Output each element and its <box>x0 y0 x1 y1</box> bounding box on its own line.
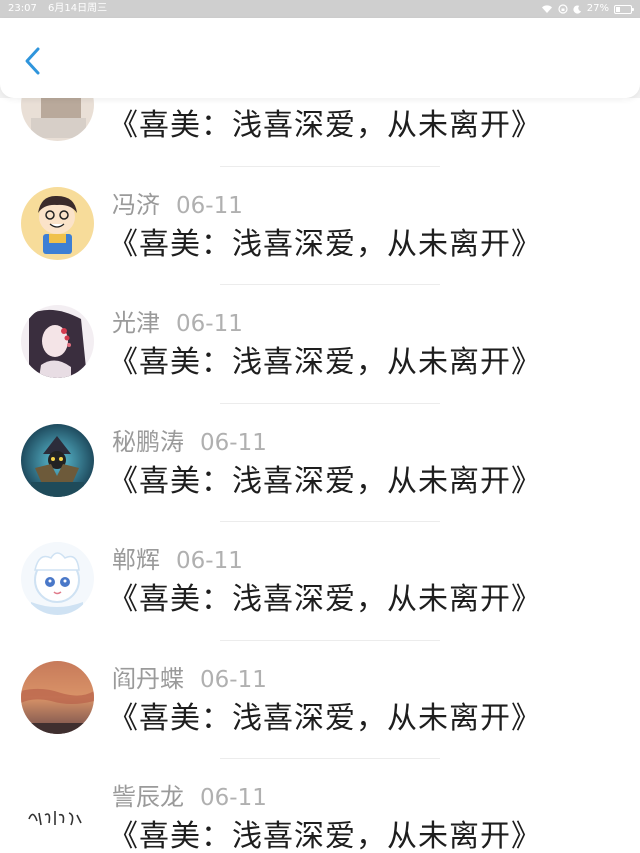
moon-icon <box>573 4 581 14</box>
post-date: 06-11 <box>200 666 267 693</box>
item-title[interactable]: 《喜美：浅喜深爱，从未离开》 <box>108 574 542 618</box>
name-line: 阎丹蝶 06-11 <box>112 659 267 694</box>
name-line: 訾辰龙 06-11 <box>112 777 267 812</box>
post-date: 06-11 <box>176 311 243 337</box>
item-title[interactable]: 《喜美：浅喜深爱，从未离开》 <box>108 693 542 737</box>
user-name[interactable]: 秘鹏涛 <box>112 428 184 456</box>
calligraphy-avatar[interactable] <box>21 779 94 852</box>
list-item[interactable]: 光津 06-11 《喜美：浅喜深爱，从未离开》 <box>0 285 640 404</box>
post-date: 06-11 <box>176 192 243 219</box>
list-item[interactable]: 阎丹蝶 06-11 《喜美：浅喜深爱，从未离开》 <box>0 641 640 759</box>
cartoon-boy-avatar[interactable] <box>21 186 94 260</box>
list-item[interactable]: 秘鹏涛 06-11 《喜美：浅喜深爱，从未离开》 <box>0 404 640 522</box>
list-item[interactable]: 冯济 06-11 《喜美：浅喜深爱，从未离开》 <box>0 167 640 285</box>
chevron-left-icon <box>25 47 40 75</box>
user-name[interactable]: 阎丹蝶 <box>112 665 184 693</box>
wifi-icon <box>541 5 552 13</box>
sunset-sky-avatar[interactable] <box>21 660 94 734</box>
battery-percent: 27% <box>586 3 609 14</box>
navigation-bar <box>0 18 640 98</box>
status-bar: 23:07 6月14日周三 27% <box>0 0 640 18</box>
item-title[interactable]: 《喜美：浅喜深爱，从未离开》 <box>108 337 542 381</box>
battery-fill <box>616 6 620 12</box>
user-name[interactable]: 光津 <box>112 309 160 337</box>
comment-list: 《喜美：浅喜深爱，从未离开》 冯济 06-11 《喜美：浅喜深爱，从未离开》 光津… <box>0 98 640 853</box>
name-line: 郸辉 06-11 <box>112 540 243 575</box>
lock-rotation-icon <box>558 4 568 14</box>
back-button[interactable] <box>14 42 54 82</box>
chibi-character-avatar[interactable] <box>21 542 94 615</box>
name-line: 冯济 06-11 <box>112 185 243 220</box>
item-title[interactable]: 《喜美：浅喜深爱，从未离开》 <box>108 456 542 500</box>
battery-icon <box>614 4 634 14</box>
anime-girl-avatar[interactable] <box>21 305 94 378</box>
item-title[interactable]: 《喜美：浅喜深爱，从未离开》 <box>108 219 542 263</box>
post-date: 06-11 <box>200 785 267 811</box>
user-name[interactable]: 冯济 <box>112 191 160 219</box>
status-indicators: 27% <box>541 0 634 18</box>
user-name[interactable]: 郸辉 <box>112 546 160 574</box>
list-item[interactable]: 訾辰龙 06-11 《喜美：浅喜深爱，从未离开》 <box>0 759 640 853</box>
status-time-date: 23:07 6月14日周三 <box>8 0 107 18</box>
item-title[interactable]: 《喜美：浅喜深爱，从未离开》 <box>108 811 542 853</box>
user-name[interactable]: 訾辰龙 <box>112 783 184 811</box>
name-line: 秘鹏涛 06-11 <box>112 422 267 457</box>
item-title[interactable]: 《喜美：浅喜深爱，从未离开》 <box>108 100 542 144</box>
status-time: 23:07 <box>8 3 37 14</box>
name-line: 光津 06-11 <box>112 303 243 338</box>
list-item[interactable]: 郸辉 06-11 《喜美：浅喜深爱，从未离开》 <box>0 522 640 641</box>
avatar-partial[interactable] <box>21 98 94 141</box>
list-item[interactable]: 《喜美：浅喜深爱，从未离开》 <box>0 98 640 167</box>
post-date: 06-11 <box>200 429 267 456</box>
post-date: 06-11 <box>176 548 243 574</box>
game-character-avatar[interactable] <box>21 423 94 497</box>
status-date: 6月14日周三 <box>48 3 108 14</box>
